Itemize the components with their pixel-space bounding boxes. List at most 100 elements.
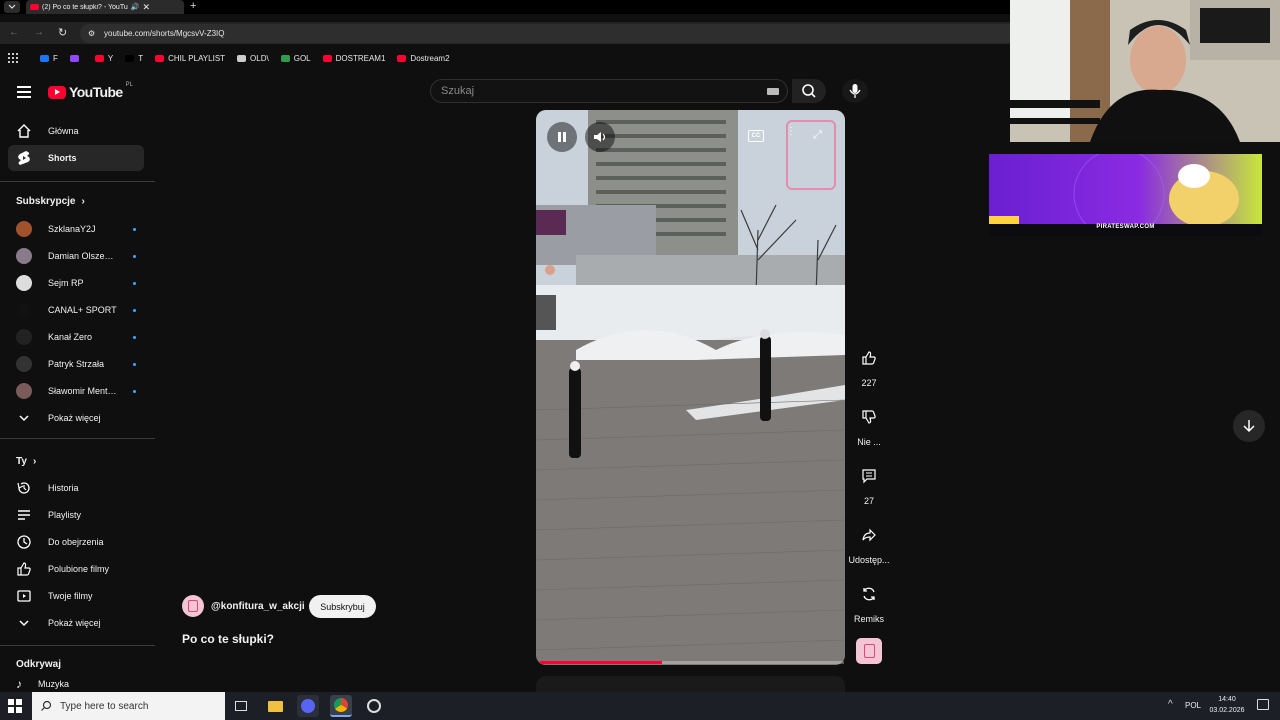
- show-hidden-icons-icon[interactable]: ^: [1168, 699, 1173, 710]
- captions-button[interactable]: CC: [748, 130, 764, 142]
- sidebar-item-shorts[interactable]: Shorts: [8, 145, 144, 171]
- you-header[interactable]: Ty ›: [16, 456, 36, 467]
- short-video-player[interactable]: CC ⋮ ⤢: [536, 110, 845, 665]
- tab-close-icon[interactable]: ✕: [142, 2, 150, 13]
- pause-button[interactable]: [547, 122, 577, 152]
- task-view-icon[interactable]: [230, 695, 252, 717]
- sidebar-item-video[interactable]: Twoje filmy: [8, 583, 144, 609]
- video-icon: [17, 590, 31, 602]
- bookmark-item[interactable]: OLD\: [237, 54, 269, 63]
- subscription-item[interactable]: Kanał Zero: [16, 326, 136, 348]
- site-info-icon[interactable]: ⚙: [88, 29, 95, 38]
- menu-icon[interactable]: [17, 86, 31, 98]
- subscription-item[interactable]: Sławomir Mentz...: [16, 380, 136, 402]
- subscription-item[interactable]: Damian Olszews...: [16, 245, 136, 267]
- comments-action[interactable]: 27: [852, 460, 886, 506]
- notifications-icon[interactable]: [1257, 699, 1269, 710]
- clock[interactable]: 14:40 03.02.2026: [1204, 694, 1250, 716]
- search-placeholder: Szukaj: [441, 85, 475, 97]
- show-more-subscriptions[interactable]: Pokaż więcej: [8, 405, 144, 431]
- bookmark-item[interactable]: CHIL PLAYLIST: [155, 54, 225, 63]
- sponsor-ad-banner: PIRATESWAP.COM: [989, 154, 1262, 236]
- sidebar-item-music[interactable]: ♪ Muzyka: [8, 676, 144, 692]
- subscriptions-header[interactable]: Subskrypcje ›: [16, 196, 85, 207]
- bookmark-item[interactable]: F: [40, 54, 58, 63]
- divider: [0, 438, 155, 439]
- subscription-item[interactable]: SzklanaY2J: [16, 218, 136, 240]
- sidebar-item-home[interactable]: Główna: [8, 118, 144, 144]
- chevron-right-icon: ›: [32, 456, 37, 467]
- channel-handle[interactable]: @konfitura_w_akcji: [211, 601, 305, 612]
- bookmark-label: DOSTREAM1: [335, 53, 386, 63]
- bookmark-item[interactable]: GOL: [280, 54, 311, 63]
- show-more-label: Pokaż więcej: [48, 413, 101, 423]
- voice-search-button[interactable]: [842, 79, 868, 103]
- youtube-icon: [155, 54, 165, 62]
- volume-icon: [594, 132, 606, 142]
- bookmark-item[interactable]: DOSTREAM1: [322, 53, 386, 63]
- sound-source-thumbnail[interactable]: [856, 638, 882, 664]
- tab-list-button[interactable]: [4, 1, 20, 13]
- explore-header: Odkrywaj: [16, 659, 61, 670]
- bookmark-label: Dostream2: [410, 53, 450, 63]
- sidebar-item-playlist[interactable]: Playlisty: [8, 502, 144, 528]
- remix-action[interactable]: Remiks: [852, 578, 886, 624]
- search-input[interactable]: Szukaj: [430, 79, 788, 103]
- bookmark-item[interactable]: T: [125, 54, 143, 63]
- arrow-down-icon: [1243, 420, 1255, 433]
- sidebar-item-clock[interactable]: Do obejrzenia: [8, 529, 144, 555]
- share-action[interactable]: Udostęp...: [846, 519, 892, 565]
- sidebar-item-thumbs-up[interactable]: Polubione filmy: [8, 556, 144, 582]
- divider: [0, 645, 155, 646]
- apps-grid-icon[interactable]: [8, 53, 18, 63]
- next-short-preview[interactable]: [536, 676, 845, 692]
- bookmark-item[interactable]: [69, 54, 83, 62]
- bookmark-item[interactable]: Dostream2: [397, 53, 450, 63]
- channel-avatar[interactable]: [182, 595, 204, 617]
- forward-icon[interactable]: →: [34, 27, 44, 38]
- chrome-icon[interactable]: [330, 695, 352, 717]
- subscription-item[interactable]: Patryk Strzała: [16, 353, 136, 375]
- short-title: Po co te słupki?: [182, 632, 275, 646]
- clock-date: 03.02.2026: [1209, 707, 1245, 714]
- channel-name: CANAL+ SPORT: [48, 305, 117, 315]
- search-button[interactable]: [792, 79, 826, 103]
- taskbar-search-placeholder: Type here to search: [60, 700, 149, 712]
- browser-tab[interactable]: (2) Po co te słupki? - YouTu 🔊 ✕: [26, 0, 184, 14]
- windows-start-icon[interactable]: [8, 699, 22, 713]
- bookmark-label: CHIL PLAYLIST: [168, 53, 226, 63]
- subscriptions-title: Subskrypcje: [16, 196, 76, 207]
- share-label: Udostęp...: [848, 555, 890, 565]
- bookmark-item[interactable]: Y: [94, 54, 113, 63]
- subscribe-button[interactable]: Subskrybuj: [309, 595, 376, 618]
- home-icon: [17, 124, 31, 138]
- discord-icon[interactable]: [297, 695, 319, 717]
- dislike-action[interactable]: Nie ...: [852, 401, 886, 447]
- show-more-you[interactable]: Pokaż więcej: [8, 610, 144, 636]
- video-frame: [536, 110, 845, 665]
- language-indicator[interactable]: POL: [1185, 701, 1201, 710]
- new-tab-button[interactable]: +: [190, 0, 196, 12]
- keyboard-icon[interactable]: [767, 88, 779, 95]
- reload-icon[interactable]: ↻: [58, 26, 67, 39]
- taskbar-search-input[interactable]: Type here to search: [32, 692, 225, 720]
- speaker-icon[interactable]: 🔊: [131, 3, 140, 11]
- sidebar-item-history[interactable]: Historia: [8, 475, 144, 501]
- channel-avatar: [16, 302, 32, 318]
- sidebar-item-label: Historia: [48, 483, 79, 493]
- subscription-item[interactable]: CANAL+ SPORT: [16, 299, 136, 321]
- next-short-button[interactable]: [1233, 410, 1265, 442]
- chevron-down-icon: [19, 620, 29, 627]
- volume-button[interactable]: [585, 122, 615, 152]
- thumbs-up-icon: [17, 562, 31, 576]
- subscription-item[interactable]: Sejm RP: [16, 272, 136, 294]
- back-icon[interactable]: ←: [9, 27, 19, 38]
- new-content-dot: [133, 335, 136, 339]
- file-explorer-icon[interactable]: [264, 695, 286, 717]
- obs-icon[interactable]: [363, 695, 385, 717]
- document-icon: [188, 600, 198, 612]
- progress-bar[interactable]: [540, 661, 662, 664]
- youtube-logo[interactable]: YouTube PL: [48, 82, 133, 100]
- like-action[interactable]: 227: [852, 342, 886, 388]
- bookmark-label: T: [138, 53, 144, 63]
